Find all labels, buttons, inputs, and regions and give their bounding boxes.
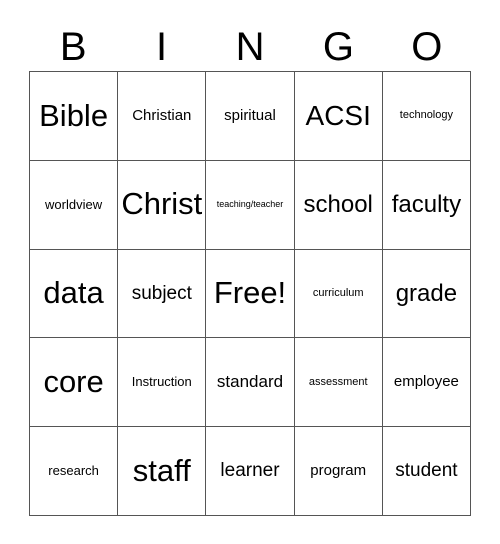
bingo-cell[interactable]: assessment (294, 338, 383, 428)
bingo-cell[interactable]: research (30, 427, 119, 516)
bingo-cell-label: subject (131, 282, 192, 304)
bingo-cell[interactable]: Christ (118, 160, 207, 250)
bingo-cell[interactable]: ACSI (294, 72, 383, 161)
bingo-cell-label: employee (393, 373, 459, 391)
bingo-header-letter-g: G (322, 24, 354, 69)
bingo-cell-label: student (395, 460, 458, 482)
bingo-cell-label: technology (399, 109, 453, 122)
bingo-cell-label: data (43, 275, 104, 311)
bingo-header-letter-i: I (156, 24, 168, 69)
bingo-cell-label: faculty (391, 191, 462, 219)
bingo-cell[interactable]: subject (118, 249, 207, 339)
bingo-cell-label: Christ (121, 186, 203, 222)
bingo-cell-label: Christian (132, 107, 192, 125)
bingo-cell-label: ACSI (305, 100, 371, 132)
bingo-cell[interactable]: Instruction (118, 338, 207, 428)
bingo-free-space[interactable]: Free! (206, 249, 295, 339)
bingo-cell-label: learner (220, 460, 280, 482)
bingo-cell-label: worldview (45, 196, 103, 212)
bingo-cell[interactable]: school (294, 160, 383, 250)
bingo-cell-label: school (303, 191, 373, 219)
bingo-cell-label: core (43, 364, 104, 400)
bingo-cell[interactable]: technology (382, 72, 471, 161)
bingo-cell[interactable]: learner (206, 427, 295, 516)
bingo-cell[interactable]: standard (206, 338, 295, 428)
bingo-cell-label: Free! (213, 275, 287, 311)
bingo-cell[interactable]: Bible (30, 72, 119, 161)
bingo-cell-label: grade (395, 279, 458, 307)
bingo-cell[interactable]: student (382, 427, 471, 516)
bingo-cell[interactable]: faculty (382, 160, 471, 250)
bingo-cell[interactable]: employee (382, 338, 471, 428)
bingo-cell[interactable]: spiritual (206, 72, 295, 161)
bingo-cell[interactable]: curriculum (294, 249, 383, 339)
bingo-cell-label: standard (216, 372, 284, 392)
bingo-cell[interactable]: grade (382, 249, 471, 339)
bingo-header-letter-o: O (411, 24, 443, 69)
bingo-card: B I N G O Bible Christian spiritual ACSI technol… (0, 0, 500, 544)
bingo-cell[interactable]: worldview (30, 160, 119, 250)
bingo-cell[interactable]: teaching/teacher (206, 160, 295, 250)
bingo-header-row: BINGO (29, 22, 471, 71)
bingo-header-letter-n: N (235, 24, 265, 69)
bingo-cell-label: spiritual (224, 107, 276, 125)
bingo-cell-label: curriculum (312, 286, 364, 299)
bingo-cell[interactable]: Christian (118, 72, 207, 161)
bingo-cell-label: research (48, 463, 99, 479)
bingo-cell-label: program (310, 462, 367, 480)
bingo-cell[interactable]: data (30, 249, 119, 339)
bingo-cell-label: Instruction (131, 374, 192, 390)
bingo-header-letter-b: B (59, 24, 87, 69)
bingo-cell[interactable]: core (30, 338, 119, 428)
bingo-cell-label: assessment (308, 375, 368, 388)
bingo-cell-label: teaching/teacher (216, 198, 284, 209)
bingo-cell-label: Bible (39, 97, 109, 133)
bingo-cell[interactable]: program (294, 427, 383, 516)
bingo-cell-label: staff (132, 452, 191, 488)
bingo-grid: Bible Christian spiritual ACSI technology wor… (29, 71, 471, 516)
bingo-cell[interactable]: staff (118, 427, 207, 516)
